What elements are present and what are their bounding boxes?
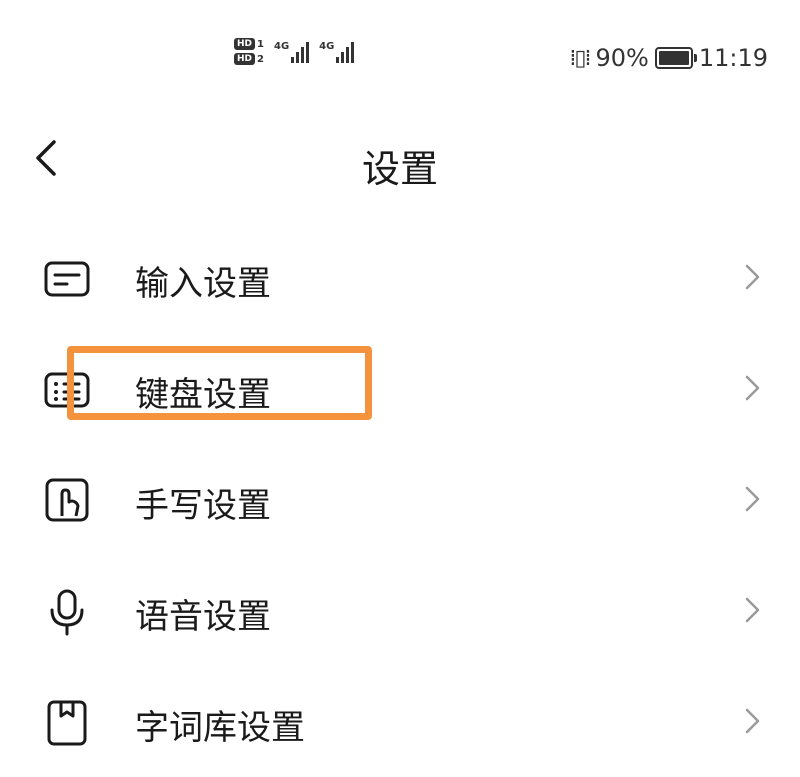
settings-list: 输入设置 键盘设置 手写设置 语音设置 字词库设置 bbox=[0, 222, 800, 777]
chevron-right-icon bbox=[742, 484, 762, 514]
handwriting-icon bbox=[42, 476, 92, 526]
network-type-label-2: 4G bbox=[319, 40, 335, 52]
settings-item-label: 键盘设置 bbox=[135, 375, 271, 415]
vibrate-icon: ⁞▯⁞ bbox=[569, 45, 591, 71]
sim1-number: 1 bbox=[257, 38, 264, 50]
signal-strength-sim1: 4G bbox=[273, 40, 310, 63]
settings-item-label: 手写设置 bbox=[135, 486, 271, 526]
chevron-right-icon bbox=[742, 595, 762, 625]
top-app-bar: 设置 bbox=[0, 120, 800, 200]
signal-indicators: HD 1 HD 2 4G 4G bbox=[234, 38, 355, 65]
settings-item-input[interactable]: 输入设置 bbox=[0, 222, 800, 333]
status-bar: HD 1 HD 2 4G 4G ⁞▯⁞ 90% 11:19 bbox=[0, 0, 800, 120]
signal-bars-icon bbox=[336, 41, 355, 63]
chevron-right-icon bbox=[742, 706, 762, 736]
battery-percent: 90% bbox=[595, 44, 649, 72]
battery-icon bbox=[654, 47, 697, 69]
hd-badge-sim1: HD bbox=[234, 38, 256, 50]
network-type-label-1: 4G bbox=[273, 40, 290, 52]
page-title: 设置 bbox=[361, 147, 438, 191]
settings-item-dictionary[interactable]: 字词库设置 bbox=[0, 666, 800, 777]
input-box-icon bbox=[42, 254, 92, 304]
chevron-right-icon bbox=[742, 373, 762, 403]
settings-item-label: 输入设置 bbox=[135, 264, 271, 304]
chevron-right-icon bbox=[742, 262, 762, 292]
dictionary-icon bbox=[42, 698, 92, 748]
settings-item-voice[interactable]: 语音设置 bbox=[0, 555, 800, 666]
microphone-icon bbox=[42, 587, 92, 637]
signal-bars-icon bbox=[291, 41, 310, 63]
settings-item-keyboard[interactable]: 键盘设置 bbox=[0, 333, 800, 444]
sim2-number: 2 bbox=[257, 53, 264, 65]
clock: 11:19 bbox=[698, 44, 768, 72]
settings-item-handwriting[interactable]: 手写设置 bbox=[0, 444, 800, 555]
signal-strength-sim2: 4G bbox=[319, 40, 355, 63]
keyboard-icon bbox=[42, 365, 92, 415]
hd-badge-sim2: HD bbox=[234, 53, 256, 65]
settings-item-label: 语音设置 bbox=[135, 597, 271, 637]
